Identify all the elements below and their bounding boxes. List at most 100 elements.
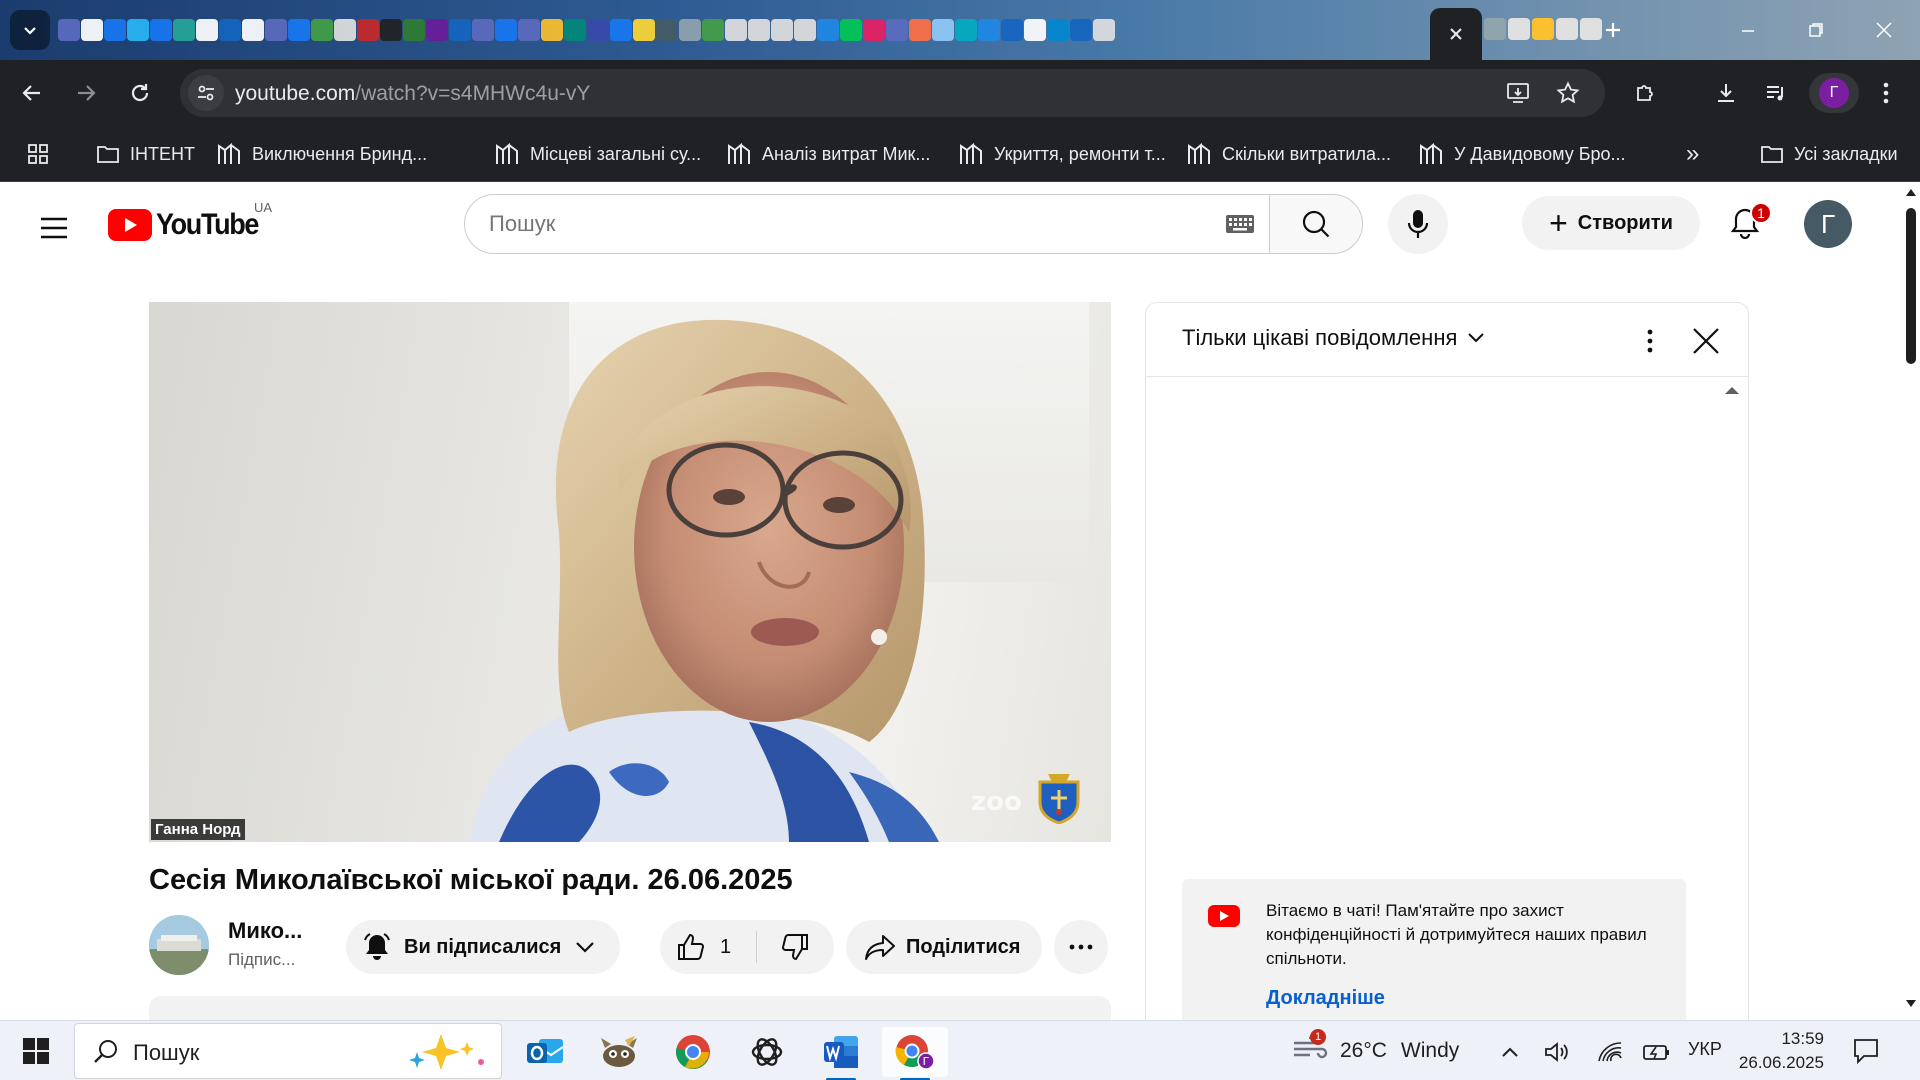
tab-favicon-icon[interactable] bbox=[403, 19, 425, 41]
tab-favicon-icon[interactable] bbox=[702, 19, 724, 41]
create-button[interactable]: + Створити bbox=[1522, 196, 1700, 250]
channel-avatar[interactable] bbox=[149, 915, 209, 975]
bookmark-item[interactable]: У Давидовому Бро... bbox=[1418, 140, 1626, 168]
tab-favicon-icon[interactable] bbox=[265, 19, 287, 41]
bookmark-item[interactable]: Місцеві загальні су... bbox=[494, 140, 701, 168]
page-scrollbar[interactable] bbox=[1902, 182, 1920, 1020]
youtube-logo[interactable]: YouTube bbox=[108, 208, 269, 242]
bookmark-item[interactable]: ІНТЕНТ bbox=[96, 140, 195, 168]
tab-favicon-icon[interactable] bbox=[909, 19, 931, 41]
extensions-button[interactable] bbox=[1626, 73, 1666, 113]
tab-favicon-icon[interactable] bbox=[840, 19, 862, 41]
scroll-down-arrow[interactable] bbox=[1906, 1000, 1916, 1008]
taskbar-clock[interactable]: 13:59 26.06.2025 bbox=[1738, 1027, 1824, 1075]
tab-favicon-icon[interactable] bbox=[1093, 19, 1115, 41]
tab-favicon-icon[interactable] bbox=[863, 19, 885, 41]
tab-favicon-icon[interactable] bbox=[564, 19, 586, 41]
chat-close-button[interactable] bbox=[1686, 321, 1726, 361]
close-window-button[interactable] bbox=[1856, 10, 1912, 50]
weather-widget[interactable]: 1 26°C Windy bbox=[1292, 1029, 1459, 1069]
tab-favicon-icon[interactable] bbox=[1070, 19, 1092, 41]
browser-menu-button[interactable] bbox=[1866, 73, 1906, 113]
account-avatar[interactable]: Г bbox=[1804, 200, 1852, 248]
search-input[interactable] bbox=[489, 195, 1189, 253]
back-button[interactable] bbox=[12, 73, 52, 113]
taskbar-outlook[interactable] bbox=[512, 1027, 578, 1077]
close-icon[interactable] bbox=[1449, 27, 1463, 41]
tab-favicon-icon[interactable] bbox=[357, 19, 379, 41]
tab-favicon-icon[interactable] bbox=[771, 19, 793, 41]
notifications-button[interactable]: 1 bbox=[1720, 198, 1772, 248]
tab-favicon-icon[interactable] bbox=[380, 19, 402, 41]
tab-favicon-icon[interactable] bbox=[1556, 18, 1578, 40]
taskbar-chrome-profile[interactable]: Г bbox=[882, 1027, 948, 1080]
chat-scroll-up-arrow[interactable] bbox=[1724, 385, 1740, 395]
input-language[interactable]: УКР bbox=[1688, 1039, 1722, 1060]
tab-favicon-icon[interactable] bbox=[955, 19, 977, 41]
network-button[interactable] bbox=[1594, 1037, 1626, 1067]
tab-favicon-icon[interactable] bbox=[150, 19, 172, 41]
more-actions-button[interactable] bbox=[1054, 920, 1108, 974]
apps-button[interactable] bbox=[26, 140, 50, 168]
tab-favicon-icon[interactable] bbox=[334, 19, 356, 41]
scroll-up-arrow[interactable] bbox=[1906, 188, 1916, 196]
restore-button[interactable] bbox=[1788, 10, 1844, 50]
taskbar-chrome[interactable] bbox=[660, 1027, 726, 1077]
keyboard-icon[interactable] bbox=[1225, 213, 1255, 235]
tab-favicon-icon[interactable] bbox=[587, 19, 609, 41]
tab-favicon-icon[interactable] bbox=[104, 19, 126, 41]
chat-more-button[interactable] bbox=[1632, 323, 1668, 359]
bookmark-item[interactable]: Скільки витратила... bbox=[1186, 140, 1391, 168]
tab-favicon-icon[interactable] bbox=[610, 19, 632, 41]
show-hidden-icons-button[interactable] bbox=[1496, 1037, 1524, 1067]
tab-favicon-icon[interactable] bbox=[472, 19, 494, 41]
search-button[interactable] bbox=[1269, 194, 1363, 254]
active-tab[interactable] bbox=[1430, 8, 1482, 60]
bookmark-item[interactable]: Виключення Бринд... bbox=[216, 140, 427, 168]
tab-favicon-icon[interactable] bbox=[81, 19, 103, 41]
like-button[interactable]: 1 bbox=[660, 920, 756, 974]
tab-favicon-icon[interactable] bbox=[656, 19, 678, 41]
minimize-button[interactable] bbox=[1720, 10, 1776, 50]
site-info-button[interactable] bbox=[188, 75, 224, 111]
channel-name[interactable]: Мико... bbox=[228, 918, 302, 944]
bookmarks-overflow-button[interactable]: » bbox=[1686, 140, 1699, 168]
bookmark-item[interactable]: Укриття, ремонти т... bbox=[958, 140, 1166, 168]
tab-search-button[interactable] bbox=[10, 10, 50, 50]
tab-favicon-icon[interactable] bbox=[196, 19, 218, 41]
guide-menu-button[interactable] bbox=[30, 204, 78, 252]
tab-favicon-icon[interactable] bbox=[58, 19, 80, 41]
tab-favicon-icon[interactable] bbox=[1532, 18, 1554, 40]
tab-favicon-icon[interactable] bbox=[173, 19, 195, 41]
address-bar[interactable]: youtube.com/watch?v=s4MHWc4u-vY bbox=[180, 69, 1605, 117]
forward-button[interactable] bbox=[66, 73, 106, 113]
tab-favicon-icon[interactable] bbox=[886, 19, 908, 41]
start-button[interactable] bbox=[12, 1031, 60, 1071]
tab-favicon-icon[interactable] bbox=[127, 19, 149, 41]
taskbar-chatgpt[interactable] bbox=[734, 1027, 800, 1077]
share-button[interactable]: Поділитися bbox=[846, 920, 1042, 974]
all-bookmarks-button[interactable]: Усі закладки bbox=[1760, 140, 1898, 168]
tab-favicon-icon[interactable] bbox=[1508, 18, 1530, 40]
tab-favicon-icon[interactable] bbox=[794, 19, 816, 41]
volume-button[interactable] bbox=[1542, 1037, 1574, 1067]
scrollbar-thumb[interactable] bbox=[1906, 208, 1916, 364]
subscribed-button[interactable]: Ви підписалися bbox=[346, 920, 620, 974]
tab-favicon-icon[interactable] bbox=[426, 19, 448, 41]
video-player[interactable]: zoo Ганна Норд bbox=[149, 302, 1111, 842]
tab-favicon-icon[interactable] bbox=[748, 19, 770, 41]
tab-favicon-icon[interactable] bbox=[978, 19, 1000, 41]
tab-favicon-icon[interactable] bbox=[932, 19, 954, 41]
tab-favicon-icon[interactable] bbox=[518, 19, 540, 41]
new-tab-button[interactable] bbox=[1595, 12, 1631, 48]
tab-favicon-icon[interactable] bbox=[679, 19, 701, 41]
dislike-button[interactable] bbox=[757, 920, 833, 974]
chat-mode-dropdown[interactable]: Тільки цікаві повідомлення bbox=[1182, 325, 1485, 351]
taskbar-word[interactable] bbox=[808, 1027, 874, 1080]
profile-button[interactable]: Г bbox=[1809, 73, 1859, 113]
description-box[interactable] bbox=[149, 996, 1111, 1020]
tab-favicon-icon[interactable] bbox=[495, 19, 517, 41]
tab-favicon-icon[interactable] bbox=[242, 19, 264, 41]
tab-favicon-icon[interactable] bbox=[1024, 19, 1046, 41]
taskbar-gimp[interactable] bbox=[586, 1027, 652, 1077]
